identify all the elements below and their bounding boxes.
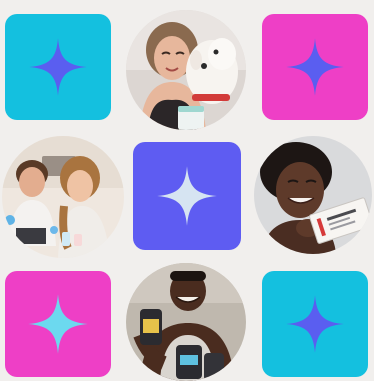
photo-man-with-product-bottles [126, 263, 246, 381]
sparkle-icon [286, 295, 344, 353]
photo-woman-with-dog [126, 10, 246, 130]
sparkle-icon [28, 294, 88, 354]
sparkle-icon [157, 166, 217, 226]
indigo-sparkle-tile [133, 142, 241, 250]
magenta-sparkle-tile [5, 271, 111, 377]
cyan-sparkle-tile [5, 14, 111, 120]
magenta-sparkle-tile [262, 14, 368, 120]
sparkle-icon [286, 38, 344, 96]
cyan-sparkle-tile [262, 271, 368, 377]
photo-smiling-woman-with-product-box [254, 136, 372, 254]
sparkle-icon [29, 38, 87, 96]
photo-kids-science-experiment [2, 136, 124, 258]
